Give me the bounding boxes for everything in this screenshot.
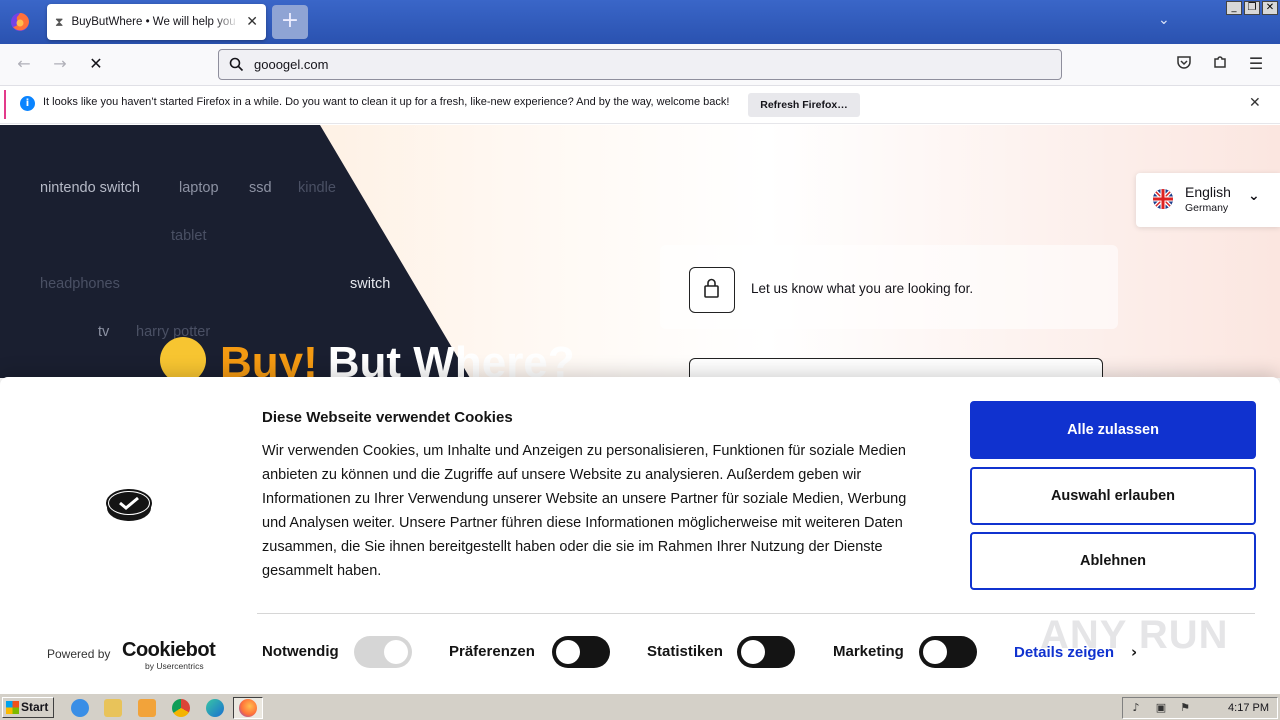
toggle-statistics[interactable]	[737, 636, 795, 668]
toggle-label-marketing: Marketing	[833, 643, 904, 660]
list-tabs-chevron-icon[interactable]: ⌄	[1158, 12, 1170, 28]
thinking-face-icon	[160, 337, 206, 378]
windows-logo-icon	[6, 701, 19, 714]
language-selector[interactable]: English Germany ⌄	[1136, 173, 1280, 227]
tab-active[interactable]: ⧗ BuyButWhere • We will help you to find…	[47, 4, 266, 40]
tag-switch[interactable]: switch	[350, 276, 390, 292]
tab-title: BuyButWhere • We will help you to find	[71, 16, 239, 28]
toggle-label-statistics: Statistiken	[647, 643, 723, 660]
media-player-icon[interactable]	[138, 699, 156, 717]
toggle-label-preferences: Präferenzen	[449, 643, 535, 660]
allow-all-button[interactable]: Alle zulassen	[970, 401, 1256, 459]
start-label: Start	[21, 700, 49, 714]
cookie-body-text: Wir verwenden Cookies, um Inhalte und An…	[262, 443, 907, 579]
close-window-icon[interactable]: ✕	[1262, 1, 1278, 15]
uk-flag-icon	[1153, 189, 1173, 209]
product-search-input[interactable]	[689, 358, 1103, 378]
back-arrow-icon[interactable]: ←	[14, 54, 34, 74]
hero-but-where: But Where?	[327, 338, 575, 378]
deny-button[interactable]: Ablehnen	[970, 532, 1256, 590]
tag-kindle[interactable]: kindle	[298, 180, 336, 196]
close-notification-icon[interactable]: ✕	[1249, 95, 1261, 111]
firefox-icon	[239, 699, 257, 717]
allow-selection-button[interactable]: Auswahl erlauben	[970, 467, 1256, 525]
refresh-firefox-button[interactable]: Refresh Firefox…	[748, 93, 860, 117]
cookiebot-branding[interactable]: Powered by Cookiebot by Usercentrics	[47, 639, 227, 671]
new-tab-button[interactable]: +	[272, 5, 308, 39]
taskbar-firefox-active[interactable]	[233, 697, 263, 719]
shopping-bag-icon	[689, 267, 735, 313]
stop-loading-icon[interactable]: ✕	[86, 54, 106, 74]
volume-icon[interactable]: ♪	[1129, 701, 1143, 715]
clock[interactable]: 4:17 PM	[1228, 702, 1269, 714]
cookie-consent-dialog: Diese Webseite verwendet Cookies Wir ver…	[0, 377, 1280, 693]
system-tray: ♪ ▣ ⚑ 4:17 PM	[1122, 697, 1278, 719]
toggle-marketing[interactable]	[919, 636, 977, 668]
toggle-knob	[923, 640, 947, 664]
chevron-down-icon: ⌄	[1248, 188, 1260, 204]
cookiebot-logo: Cookiebot	[122, 639, 216, 661]
tag-ssd[interactable]: ssd	[249, 180, 272, 196]
anyrun-watermark: ANY RUN	[1040, 613, 1229, 657]
browser-tab-strip: ⧗ BuyButWhere • We will help you to find…	[0, 0, 1280, 44]
cookie-title: Diese Webseite verwendet Cookies	[262, 409, 513, 426]
tab-close-icon[interactable]: ✕	[246, 14, 258, 30]
network-icon[interactable]: ▣	[1154, 701, 1168, 715]
search-icon	[229, 57, 244, 72]
chrome-icon[interactable]	[172, 699, 190, 717]
start-button[interactable]: Start	[2, 697, 54, 718]
navigation-toolbar: ← → ✕ gooogel.com ☰	[0, 44, 1280, 86]
file-explorer-icon[interactable]	[104, 699, 122, 717]
usercentrics-label: by Usercentrics	[145, 661, 204, 671]
hero-buy: Buy!	[220, 338, 318, 378]
window-controls: _ ❐ ✕	[1226, 1, 1278, 15]
prompt-text: Let us know what you are looking for.	[751, 281, 974, 296]
forward-arrow-icon[interactable]: →	[50, 54, 70, 74]
windows-taskbar: Start ♪ ▣ ⚑ 4:17 PM	[0, 693, 1280, 720]
menu-hamburger-icon[interactable]: ☰	[1246, 54, 1266, 74]
pocket-icon[interactable]	[1174, 54, 1194, 74]
site-logo-icon	[106, 489, 152, 521]
toggle-preferences[interactable]	[552, 636, 610, 668]
internet-explorer-icon[interactable]	[71, 699, 89, 717]
url-bar[interactable]: gooogel.com	[218, 49, 1062, 80]
tag-tv[interactable]: tv	[98, 324, 109, 340]
tag-tablet[interactable]: tablet	[171, 228, 206, 244]
restore-icon[interactable]: ❐	[1244, 1, 1260, 15]
notification-bar: i It looks like you haven’t started Fire…	[0, 86, 1280, 124]
firefox-logo-icon[interactable]	[10, 12, 30, 32]
toggle-necessary	[354, 636, 412, 668]
page-content: nintendo switch laptop ssd kindle tablet…	[0, 125, 1280, 378]
tag-nintendo-switch[interactable]: nintendo switch	[40, 180, 140, 196]
language-name: English	[1185, 184, 1231, 200]
extensions-puzzle-icon[interactable]	[1210, 54, 1230, 74]
notification-text: It looks like you haven’t started Firefo…	[43, 96, 730, 108]
action-center-flag-icon[interactable]: ⚑	[1178, 701, 1192, 715]
toggle-knob	[741, 640, 765, 664]
toggle-knob	[384, 640, 408, 664]
minimize-icon[interactable]: _	[1226, 1, 1242, 15]
url-text: gooogel.com	[254, 57, 329, 72]
info-icon: i	[20, 96, 35, 111]
loading-hourglass-icon: ⧗	[55, 14, 64, 29]
tag-laptop[interactable]: laptop	[179, 180, 219, 196]
edge-icon[interactable]	[206, 699, 224, 717]
powered-by-label: Powered by	[47, 647, 111, 661]
toggle-knob	[556, 640, 580, 664]
tag-headphones[interactable]: headphones	[40, 276, 120, 292]
language-region: Germany	[1185, 202, 1229, 214]
toggle-label-necessary: Notwendig	[262, 643, 339, 660]
hero-heading: Buy! But Where?	[160, 337, 575, 378]
